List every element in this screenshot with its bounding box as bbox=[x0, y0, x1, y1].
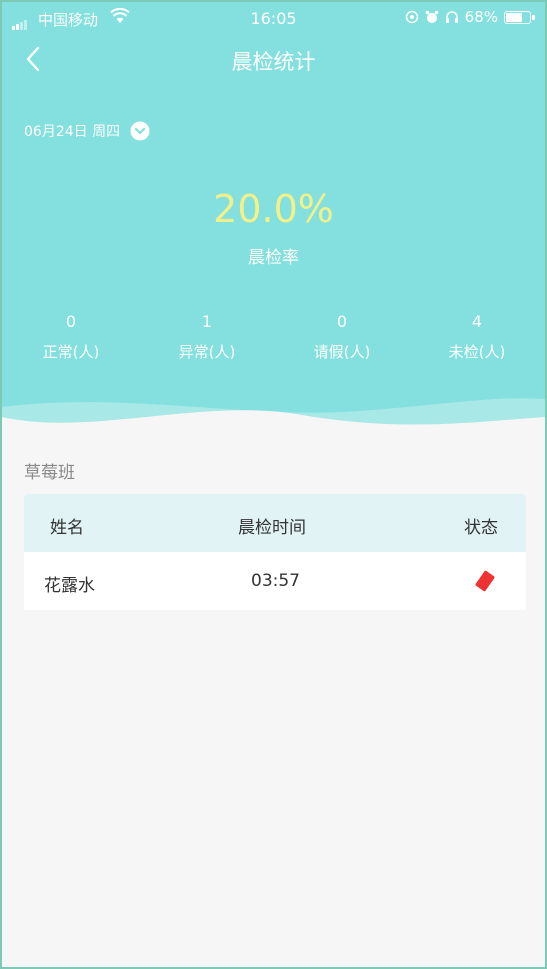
stat-value: 1 bbox=[201, 312, 213, 331]
stat-unchecked: 4 未检(人) bbox=[422, 312, 532, 362]
column-header-status: 状态 bbox=[464, 518, 498, 538]
alarm-icon bbox=[425, 10, 438, 23]
student-name: 花露水 bbox=[44, 576, 95, 596]
chevron-down-icon[interactable] bbox=[130, 121, 150, 141]
header-panel: 中国移动 16:05 68% 晨检统计 06月24日 周四 20.0% 晨检率 … bbox=[2, 2, 545, 447]
stat-label: 正常(人) bbox=[42, 343, 100, 361]
headphones-icon bbox=[445, 11, 458, 23]
stat-value: 0 bbox=[65, 312, 77, 331]
class-name: 草莓班 bbox=[24, 463, 75, 483]
page-title: 晨检统计 bbox=[231, 50, 316, 74]
check-table: 姓名 晨检时间 状态 花露水 03:57 bbox=[24, 494, 526, 610]
status-bar: 中国移动 16:05 68% bbox=[2, 2, 545, 34]
table-header: 姓名 晨检时间 状态 bbox=[24, 494, 526, 552]
stat-label: 异常(人) bbox=[178, 343, 236, 361]
battery-percent: 68% bbox=[464, 8, 498, 26]
stat-value: 0 bbox=[336, 312, 348, 331]
stat-label: 请假(人) bbox=[313, 343, 371, 361]
stat-label: 未检(人) bbox=[448, 343, 506, 361]
check-time: 03:57 bbox=[251, 571, 300, 591]
date-label: 06月24日 周四 bbox=[24, 124, 121, 140]
red-card-icon bbox=[475, 570, 495, 592]
orientation-lock-icon bbox=[405, 10, 418, 24]
table-row[interactable]: 花露水 03:57 bbox=[24, 552, 526, 610]
column-header-time: 晨检时间 bbox=[238, 518, 306, 538]
app-screen: 中国移动 16:05 68% 晨检统计 06月24日 周四 20.0% 晨检率 … bbox=[2, 2, 545, 967]
check-rate-value: 20.0% bbox=[213, 187, 334, 231]
stat-normal: 0 正常(人) bbox=[16, 312, 126, 362]
column-header-name: 姓名 bbox=[50, 518, 84, 538]
wave-decoration bbox=[2, 398, 545, 447]
check-rate-label: 晨检率 bbox=[248, 248, 299, 268]
stat-abnormal: 1 异常(人) bbox=[152, 312, 262, 362]
date-selector[interactable]: 06月24日 周四 bbox=[24, 121, 150, 141]
battery-icon bbox=[504, 10, 535, 24]
stat-value: 4 bbox=[471, 312, 483, 331]
stat-leave: 0 请假(人) bbox=[287, 312, 397, 362]
